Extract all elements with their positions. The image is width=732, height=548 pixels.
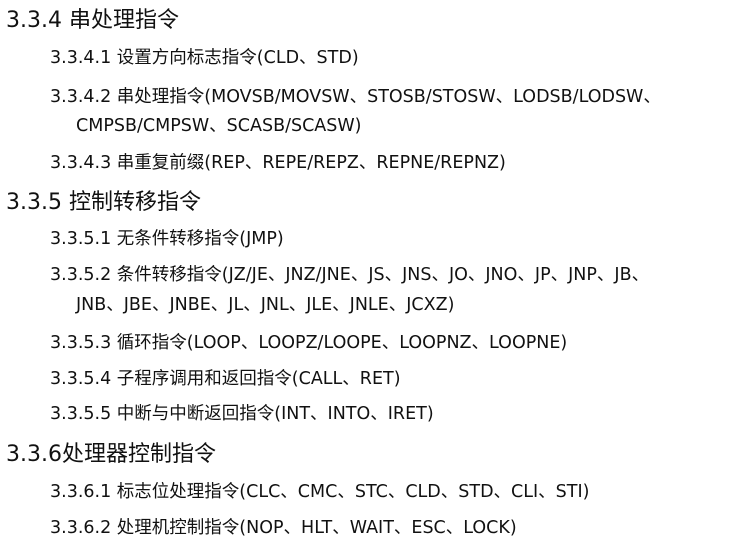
document-outline: 3.3.4 串处理指令 3.3.4.1 设置方向标志指令(CLD、STD) 3.…	[0, 0, 732, 548]
subsection-3-3-5-4: 3.3.5.4 子程序调用和返回指令(CALL、RET)	[50, 369, 401, 389]
section-heading-3-3-6: 3.3.6处理器控制指令	[6, 442, 216, 467]
subsection-3-3-4-2: 3.3.4.2 串处理指令(MOVSB/MOVSW、STOSB/STOSW、LO…	[50, 87, 661, 107]
section-heading-3-3-5: 3.3.5 控制转移指令	[6, 190, 201, 215]
section-heading-3-3-4: 3.3.4 串处理指令	[6, 8, 179, 33]
subsection-3-3-5-2: 3.3.5.2 条件转移指令(JZ/JE、JNZ/JNE、JS、JNS、JO、J…	[50, 265, 650, 285]
subsection-3-3-5-3: 3.3.5.3 循环指令(LOOP、LOOPZ/LOOPE、LOOPNZ、LOO…	[50, 333, 568, 353]
subsection-3-3-4-2-continued: CMPSB/CMPSW、SCASB/SCASW)	[76, 116, 362, 136]
subsection-3-3-5-2-continued: JNB、JBE、JNBE、JL、JNL、JLE、JNLE、JCXZ)	[76, 295, 455, 315]
subsection-3-3-6-1: 3.3.6.1 标志位处理指令(CLC、CMC、STC、CLD、STD、CLI、…	[50, 482, 590, 502]
subsection-3-3-5-1: 3.3.5.1 无条件转移指令(JMP)	[50, 229, 284, 249]
subsection-3-3-4-3: 3.3.4.3 串重复前缀(REP、REPE/REPZ、REPNE/REPNZ)	[50, 153, 506, 173]
subsection-3-3-4-1: 3.3.4.1 设置方向标志指令(CLD、STD)	[50, 48, 359, 68]
subsection-3-3-5-5: 3.3.5.5 中断与中断返回指令(INT、INTO、IRET)	[50, 404, 434, 424]
subsection-3-3-6-2: 3.3.6.2 处理机控制指令(NOP、HLT、WAIT、ESC、LOCK)	[50, 518, 517, 538]
